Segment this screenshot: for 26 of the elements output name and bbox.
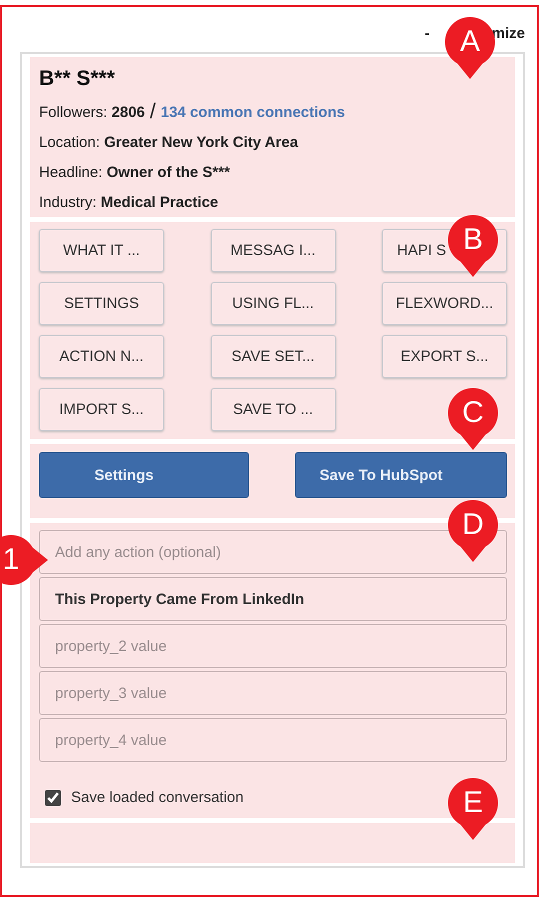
profile-detail: Location: Greater New York City Area: [39, 134, 298, 150]
action-button[interactable]: FLEXWORD...: [382, 282, 507, 325]
action-button[interactable]: IMPORT S...: [39, 388, 164, 431]
save-button[interactable]: Save To HubSpot: [295, 452, 507, 498]
action-button[interactable]: ACTION N...: [39, 335, 164, 378]
profile-name: B** S***: [39, 67, 116, 91]
separator-text: /: [150, 100, 156, 124]
minimize-dash[interactable]: -: [424, 25, 430, 42]
input-field[interactable]: property_3 value: [39, 671, 507, 715]
action-button[interactable]: WHAT IT ...: [39, 229, 164, 272]
profile-detail: Industry: Medical Practice: [39, 194, 218, 210]
action-button[interactable]: USING FL...: [210, 282, 336, 325]
action-button[interactable]: MESSAG I...: [210, 229, 336, 272]
input-field[interactable]: property_2 value: [39, 624, 507, 668]
input-field[interactable]: property_4 value: [39, 718, 507, 762]
action-button[interactable]: SAVE TO ...: [210, 388, 336, 431]
input-field[interactable]: This Property Came From LinkedIn: [39, 577, 507, 621]
action-button[interactable]: SETTINGS: [39, 282, 164, 325]
action-button[interactable]: EXPORT S...: [382, 335, 507, 378]
action-button[interactable]: SAVE SET...: [210, 335, 336, 378]
settings-button[interactable]: Settings: [39, 452, 249, 498]
checkbox-label: Save loaded conversation: [71, 789, 244, 806]
profile-detail: Headline: Owner of the S***: [39, 164, 230, 180]
followers-text: Followers: 2806: [39, 104, 145, 120]
connections-link[interactable]: 134 common connections: [160, 104, 345, 120]
checkbox[interactable]: [45, 790, 61, 806]
